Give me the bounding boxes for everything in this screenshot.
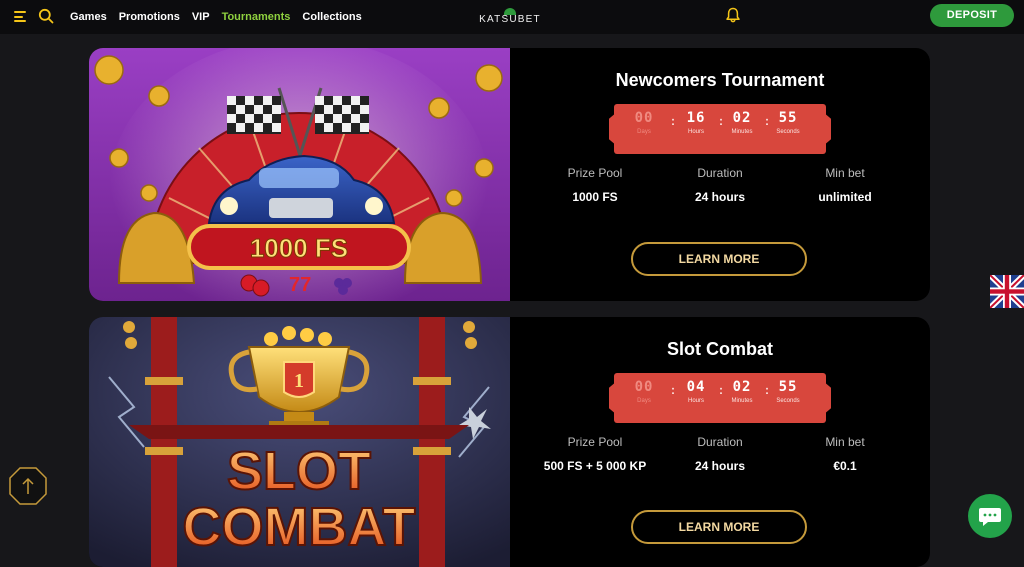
banner-text-slot: SLOT [227,441,371,501]
banner-777: 77 [289,274,311,296]
slot-combat-banner-image[interactable]: 1 SLOT COMBAT [89,317,510,567]
nav-promotions[interactable]: Promotions [119,11,180,23]
learn-more-button[interactable]: LEARN MORE [631,242,807,276]
stat-duration: Duration 24 hours [694,166,745,204]
timer-minutes: 02 Minutes [731,379,753,404]
timer-seconds: 55 Seconds [776,379,800,404]
timer-hours: 16 Hours [686,110,706,135]
timer-hours: 04 Hours [686,379,706,404]
tournament-title: Newcomers Tournament [615,70,825,90]
tournament-title: Slot Combat [667,339,773,359]
trophy-rank: 1 [294,370,304,392]
uk-flag-icon[interactable] [990,275,1024,308]
chat-icon [979,508,1001,526]
newcomers-info-panel: Newcomers Tournament 00 Days : 16 Hours … [510,48,930,301]
slot-combat-info-panel: Slot Combat 00 Days : 04 Hours : 02 Minu… [510,317,930,567]
logo-text: KATSUBET [479,14,541,25]
learn-more-button[interactable]: LEARN MORE [631,510,807,544]
timer-seconds: 55 Seconds [776,110,800,135]
nav-games[interactable]: Games [70,11,107,23]
bell-icon[interactable] [724,6,742,24]
timer-days: 00 Days [634,110,654,135]
nav-tournaments[interactable]: Tournaments [222,11,291,23]
banner-text-1000fs: 1000 FS [250,233,348,263]
search-icon[interactable] [38,8,54,24]
timer-minutes: 02 Minutes [731,110,753,135]
countdown-timer: 00 Days : 04 Hours : 02 Minutes : 55 Sec… [614,373,826,423]
main-nav: Games Promotions VIP Tournaments Collect… [70,0,362,34]
stat-prize-pool: Prize Pool 1000 FS [567,166,623,204]
site-logo[interactable]: KATSUBET [478,8,542,28]
tournament-card-newcomers: 1000 FS 77 Newcomers Tournament 00 Days … [89,48,930,301]
tournament-card-slot-combat: 1 SLOT COMBAT Slot Combat 00 Days : 04 H… [89,317,930,567]
chat-button[interactable] [968,494,1012,538]
stat-min-bet: Min bet unlimited [818,166,872,204]
timer-days: 00 Days [634,379,654,404]
top-header: Games Promotions VIP Tournaments Collect… [0,0,1024,34]
deposit-button[interactable]: DEPOSIT [930,4,1014,27]
stat-min-bet: Min bet €0.1 [825,435,865,473]
nav-vip[interactable]: VIP [192,11,210,23]
stat-duration: Duration 24 hours [694,435,745,473]
countdown-timer: 00 Days : 16 Hours : 02 Minutes : 55 Sec… [614,104,826,154]
scroll-to-top-button[interactable] [8,466,48,506]
menu-icon[interactable] [14,11,26,22]
stat-prize-pool: Prize Pool 500 FS + 5 000 KP [543,435,647,473]
nav-collections[interactable]: Collections [302,11,361,23]
banner-text-combat: COMBAT [183,497,416,557]
newcomers-banner-image[interactable]: 1000 FS 77 [89,48,510,301]
